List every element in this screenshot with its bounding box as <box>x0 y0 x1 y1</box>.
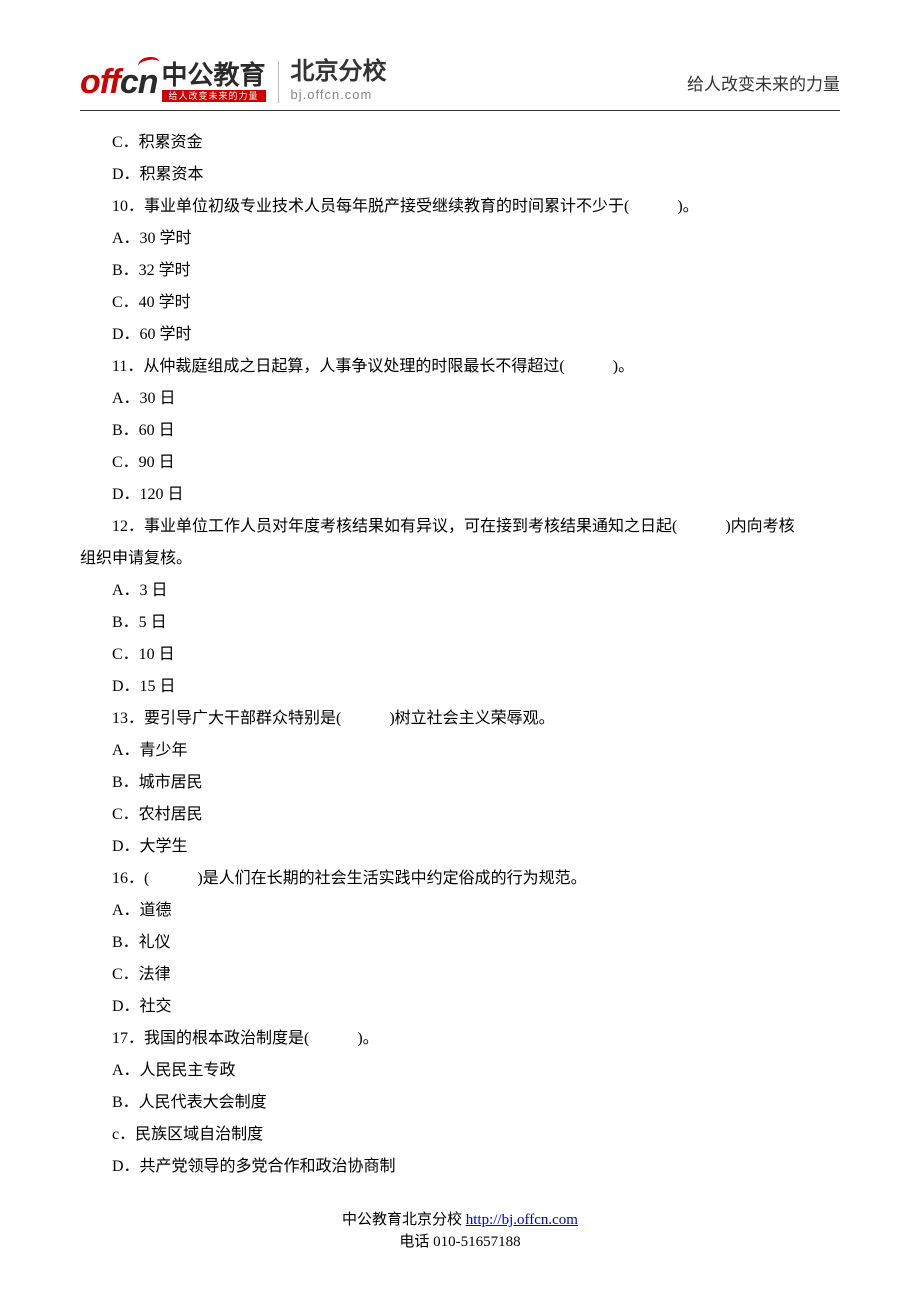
body-line: D．60 学时 <box>80 319 840 351</box>
logo-area: offcn 中公教育 给人改变未来的力量 北京分校 bj.offcn.com <box>80 60 387 104</box>
body-line: 11．从仲裁庭组成之日起算，人事争议处理的时限最长不得超过( )。 <box>80 351 840 383</box>
body-line: A．青少年 <box>80 735 840 767</box>
body-line: B．礼仪 <box>80 927 840 959</box>
offcn-logo: offcn <box>80 65 158 99</box>
body-line: A．3 日 <box>80 575 840 607</box>
brand-name: 中公教育 <box>162 62 266 88</box>
body-line: 12．事业单位工作人员对年度考核结果如有异议，可在接到考核结果通知之日起( )内… <box>80 511 840 543</box>
body-line: B．城市居民 <box>80 767 840 799</box>
footer-line1: 中公教育北京分校 http://bj.offcn.com <box>80 1209 840 1232</box>
footer-phone: 电话 010-51657188 <box>80 1231 840 1254</box>
body-line: D．120 日 <box>80 479 840 511</box>
body-line: C．40 学时 <box>80 287 840 319</box>
page-footer: 中公教育北京分校 http://bj.offcn.com 电话 010-5165… <box>80 1209 840 1254</box>
vertical-divider <box>278 61 279 103</box>
footer-link[interactable]: http://bj.offcn.com <box>466 1212 578 1228</box>
body-line: A．道德 <box>80 895 840 927</box>
body-line: B．5 日 <box>80 607 840 639</box>
body-line: A．30 日 <box>80 383 840 415</box>
document-body: C．积累资金D．积累资本10．事业单位初级专业技术人员每年脱产接受继续教育的时间… <box>80 127 840 1183</box>
body-line: D．积累资本 <box>80 159 840 191</box>
body-line: C．积累资金 <box>80 127 840 159</box>
body-line: C．农村居民 <box>80 799 840 831</box>
footer-prefix: 中公教育北京分校 <box>342 1212 462 1228</box>
body-line: 组织申请复核。 <box>80 543 840 575</box>
brand-logo-icon: offcn <box>80 65 158 99</box>
body-line: B．人民代表大会制度 <box>80 1087 840 1119</box>
body-line: C．90 日 <box>80 447 840 479</box>
body-line: C．法律 <box>80 959 840 991</box>
brand-subtitle: 给人改变未来的力量 <box>162 90 266 103</box>
branch-name: 北京分校 <box>291 60 387 84</box>
body-line: A．30 学时 <box>80 223 840 255</box>
body-line: c．民族区域自治制度 <box>80 1119 840 1151</box>
branch-url: bj.offcn.com <box>291 87 387 104</box>
body-line: B．32 学时 <box>80 255 840 287</box>
body-line: C．10 日 <box>80 639 840 671</box>
body-line: B．60 日 <box>80 415 840 447</box>
slogan: 给人改变未来的力量 <box>687 68 840 104</box>
body-line: 17．我国的根本政治制度是( )。 <box>80 1023 840 1055</box>
body-line: D．社交 <box>80 991 840 1023</box>
body-line: 10．事业单位初级专业技术人员每年脱产接受继续教育的时间累计不少于( )。 <box>80 191 840 223</box>
body-line: D．共产党领导的多党合作和政治协商制 <box>80 1151 840 1183</box>
branch-info: 北京分校 bj.offcn.com <box>291 60 387 104</box>
body-line: 16．( )是人们在长期的社会生活实践中约定俗成的行为规范。 <box>80 863 840 895</box>
body-line: A．人民民主专政 <box>80 1055 840 1087</box>
page-header: offcn 中公教育 给人改变未来的力量 北京分校 bj.offcn.com 给… <box>80 60 840 111</box>
body-line: 13．要引导广大干部群众特别是( )树立社会主义荣辱观。 <box>80 703 840 735</box>
body-line: D．15 日 <box>80 671 840 703</box>
body-line: D．大学生 <box>80 831 840 863</box>
brand-chinese: 中公教育 给人改变未来的力量 <box>162 62 266 103</box>
